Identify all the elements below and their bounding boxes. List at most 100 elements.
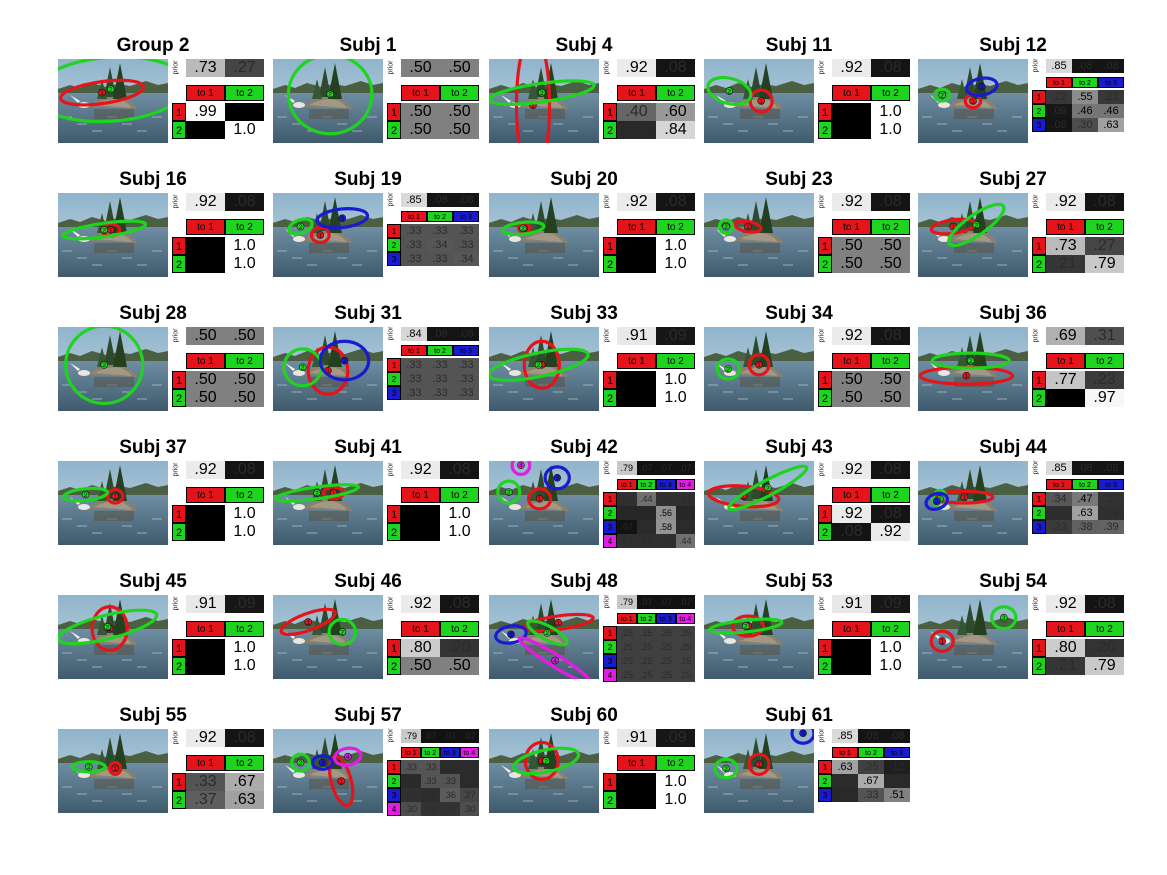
transition-cell: .56 [656,506,676,520]
to-header-1: to 1 [617,353,656,369]
ellipse-label-2: 2 [974,222,978,229]
ellipse-label-1: 1 [306,619,310,626]
ellipse-label-1: 1 [759,98,763,105]
transition-cell: 1.0 [871,639,910,657]
subject-panel: Subj 11 1 2 prior .92.08 to 1 to 2 1 1.0 2 1.0 [704,35,919,150]
to-header-3: to 3 [656,613,676,624]
transition-cell: .25 [636,668,656,682]
prior-cell: .07 [440,729,460,743]
to-header-1: to 1 [832,353,871,369]
to-header-1: to 1 [401,747,421,758]
transition-cell: .17 [459,760,479,774]
to-header-2: to 2 [871,219,910,235]
to-header-2: to 2 [858,747,884,758]
transition-cell: .19 [617,534,637,548]
panel-title: Subj 33 [550,303,618,324]
ellipse-label-2: 2 [328,92,332,99]
to-header-2: to 2 [440,621,479,637]
panel-title: Subj 41 [334,437,402,458]
transition-cell: .50 [401,103,440,121]
scene-image: 12 [704,461,814,545]
transition-cell: .33 [420,774,440,788]
transition-cell: .50 [871,371,910,389]
to-header-1: to 1 [401,211,427,222]
transition-cell: .33 [427,252,453,266]
prior-label: prior [603,328,611,343]
row-label-1: 1 [1032,237,1046,255]
to-header-4: to 4 [459,747,479,758]
row-label-2: 2 [603,389,617,407]
transition-cell: 1.0 [656,371,695,389]
subject-panel: Subj 54 1 2 prior .92.08 to 1 to 2 1.80.20 2.21.… [918,571,1133,686]
panel-title: Subj 54 [979,571,1047,592]
transition-cell: .20 [440,639,479,657]
scene-image: 123 [273,327,383,411]
transition-cell: .99 [186,103,225,121]
scene-image: 13 2 [918,59,1028,143]
ellipse-label-2: 2 [744,623,748,630]
subject-panel: Subj 27 1 2 prior .92.08 to 1 to 2 1.73.27 2.21.… [918,169,1133,284]
row-label-2: 2 [603,640,617,654]
transition-cell: .67 [225,773,264,791]
panel-title: Subj 28 [119,303,187,324]
scene-image: 12 [58,193,168,277]
to-header-1: to 1 [832,219,871,235]
to-header-1: to 1 [186,353,225,369]
ellipse-label-1: 1 [339,778,343,785]
to-header-1: to 1 [401,487,440,503]
hmm-matrix: prior .69.31 to 1 to 2 1.77.23 2 .97 [1032,327,1140,413]
prior-cell: .07 [675,595,695,609]
to-header-1: to 1 [1046,77,1072,88]
row-label-1: 1 [387,224,401,238]
transition-cell: .33 [427,358,453,372]
transition-cell: .19 [636,534,656,548]
panel-title: Subj 45 [119,571,187,592]
scene-image: 12 [918,595,1028,679]
transition-cell: .77 [1046,371,1085,389]
to-header-2: to 2 [871,85,910,101]
transition-cell: .23 [1046,520,1072,534]
hmm-matrix: prior .91.09 to 1 to 2 1 1.0 2 1.0 [603,729,711,815]
prior-label: prior [387,596,395,611]
subject-panel: Subj 46 1 2 prior .92.08 to 1 to 2 1.80.20 2.50.… [273,571,488,686]
to-header-1: to 1 [832,85,871,101]
transition-cell: .51 [884,788,910,802]
scene-thumbnail: 1 2 3 [704,729,814,813]
to-header-2: to 2 [440,85,479,101]
ellipse-label-1: 1 [538,496,542,503]
transition-cell [225,103,264,121]
scene-image: 12 [918,327,1028,411]
hmm-matrix: prior .50.50 to 1 to 2 1.50.50 2.50.50 [387,59,495,145]
ellipse-label-1: 1 [100,90,104,97]
row-label-2: 2 [818,121,832,139]
scene-thumbnail: 12 [918,595,1028,679]
to-header-1: to 1 [1046,353,1085,369]
prior-cell: .08 [225,461,264,479]
transition-cell: .50 [832,389,871,407]
ellipse-label-2: 2 [724,224,728,231]
to-header-1: to 1 [186,487,225,503]
prior-cell: .07 [675,461,695,475]
transition-cell: .33 [453,224,479,238]
row-label-3: 3 [603,654,617,668]
transition-cell: 1.0 [656,237,695,255]
transition-cell [186,657,225,675]
to-header-2: to 2 [871,487,910,503]
scene-thumbnail: 12 [489,729,599,813]
prior-cell: .31 [1085,327,1124,345]
ellipse-label-1: 1 [971,98,975,105]
transition-cell: .25 [675,668,695,682]
transition-cell: .15 [636,506,656,520]
to-header-2: to 2 [1085,353,1124,369]
row-label-2: 2 [387,372,401,386]
panel-title: Group 2 [116,35,190,56]
row-label-1: 1 [603,492,617,506]
transition-cell: 1.0 [871,103,910,121]
hmm-matrix: prior .92.08 to 1 to 2 1.80.20 2.21.79 [1032,595,1140,681]
prior-cell: .08 [1072,59,1098,73]
to-header-2: to 2 [225,621,264,637]
transition-cell: .44 [636,492,656,506]
ellipse-label-4: 4 [346,754,350,761]
prior-cell: .92 [832,59,871,77]
transition-cell: .18 [1046,506,1072,520]
